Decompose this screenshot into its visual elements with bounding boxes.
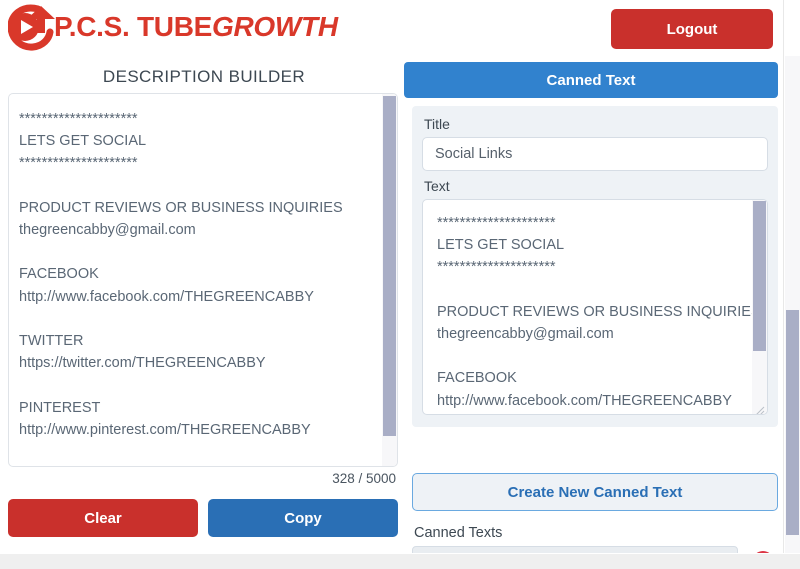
- page-bottom-edge: [0, 553, 800, 569]
- description-textarea-content[interactable]: ********************* LETS GET SOCIAL **…: [9, 94, 383, 466]
- canned-text-panel: Canned Text Title Text *****************…: [404, 56, 786, 553]
- clear-button[interactable]: Clear: [8, 499, 198, 537]
- canned-text-textarea[interactable]: ********************* LETS GET SOCIAL **…: [422, 199, 768, 415]
- canned-text-form: Title Text ********************* LETS GE…: [412, 106, 778, 427]
- play-arrow-logo-icon: [7, 3, 60, 51]
- description-scrollbar[interactable]: [382, 94, 397, 466]
- description-scrollbar-thumb[interactable]: [383, 96, 396, 436]
- brand-name-italic: GROWTH: [212, 11, 338, 42]
- canned-text-item-affiliate-disclosure[interactable]: AFFILIATE DISCLOSURE -: [412, 546, 738, 553]
- description-builder-panel: DESCRIPTION BUILDER ********************…: [0, 56, 408, 553]
- app-header: P.C.S. TUBEGROWTH Logout: [0, 0, 785, 56]
- character-counter: 328 / 5000: [332, 471, 396, 486]
- page-scrollbar[interactable]: [785, 56, 800, 553]
- canned-text-scrollbar[interactable]: [752, 200, 767, 414]
- resize-handle-icon[interactable]: [755, 403, 765, 414]
- copy-button[interactable]: Copy: [208, 499, 398, 537]
- brand-name-regular: P.C.S. TUBE: [54, 11, 213, 42]
- create-new-canned-text-button[interactable]: Create New Canned Text: [412, 473, 778, 511]
- canned-text-header[interactable]: Canned Text: [404, 62, 778, 98]
- brand-name: P.C.S. TUBEGROWTH: [54, 11, 338, 43]
- canned-texts-label: Canned Texts: [414, 525, 503, 541]
- panel-divider: [783, 0, 784, 553]
- title-label: Title: [424, 116, 450, 132]
- app-root: P.C.S. TUBEGROWTH Logout DESCRIPTION BUI…: [0, 0, 800, 569]
- list-item: AFFILIATE DISCLOSURE -: [412, 546, 778, 553]
- title-input[interactable]: [422, 137, 768, 171]
- description-textarea[interactable]: ********************* LETS GET SOCIAL **…: [8, 93, 398, 467]
- canned-text-textarea-content[interactable]: ********************* LETS GET SOCIAL **…: [423, 200, 767, 414]
- page-title: DESCRIPTION BUILDER: [102, 67, 306, 86]
- left-action-buttons: Clear Copy: [8, 499, 398, 537]
- brand-logo[interactable]: P.C.S. TUBEGROWTH: [7, 2, 338, 52]
- canned-text-scrollbar-thumb[interactable]: [753, 201, 766, 351]
- text-label: Text: [424, 178, 450, 194]
- page-scrollbar-thumb[interactable]: [786, 310, 799, 535]
- logout-button[interactable]: Logout: [611, 9, 773, 49]
